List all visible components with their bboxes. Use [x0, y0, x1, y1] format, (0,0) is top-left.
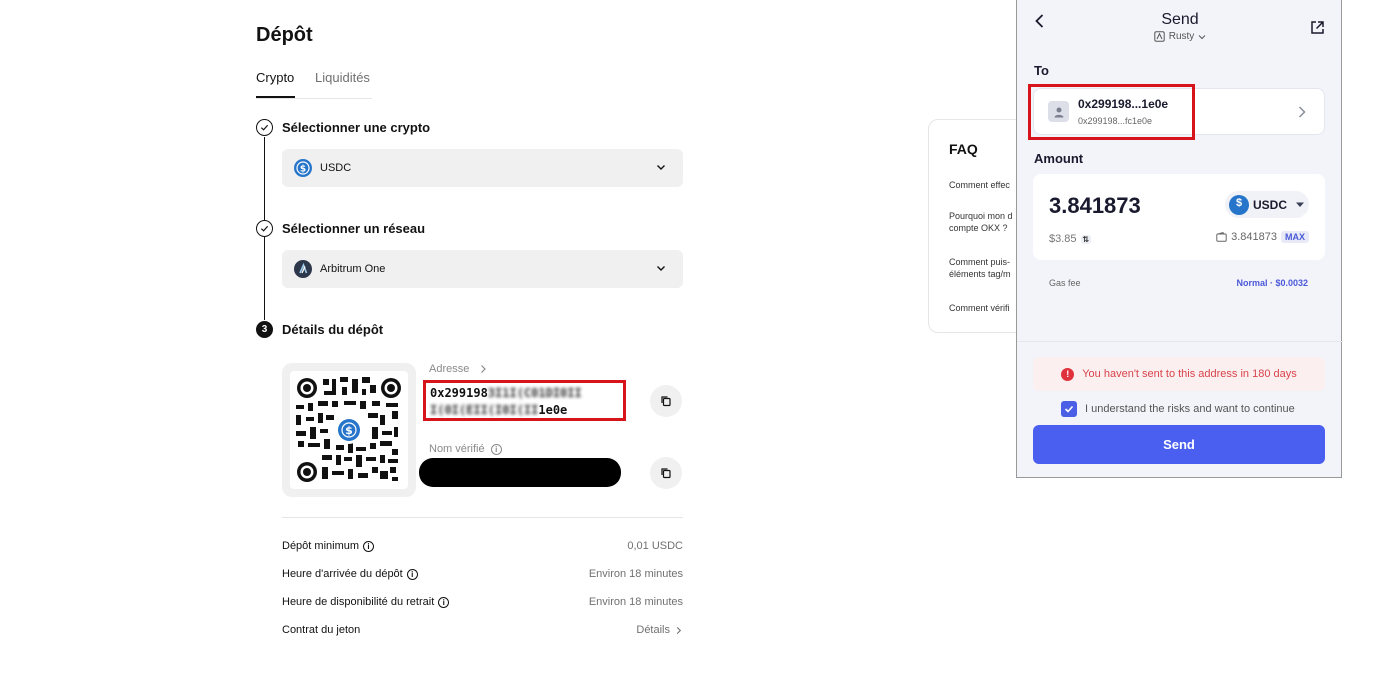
wallet-title: Send — [1161, 11, 1199, 28]
svg-text:$: $ — [345, 424, 353, 437]
copy-icon — [661, 396, 671, 407]
chevron-right-icon — [481, 365, 487, 374]
amount-input[interactable]: 3.841873 — [1049, 193, 1141, 219]
address-end: 1e0e — [538, 403, 568, 417]
chevron-down-icon — [657, 266, 665, 271]
account-selector[interactable]: Rusty — [1017, 31, 1343, 42]
gas-fee-label: Gas fee — [1049, 278, 1081, 288]
qr-code: $ — [290, 371, 408, 489]
page: Dépôt Crypto Liquidités Sélectionner une… — [0, 0, 1400, 679]
detail-row-token-contract: Contrat du jeton Détails — [282, 624, 683, 636]
step-1-check-icon — [256, 119, 273, 136]
gas-fee-value[interactable]: Normal · $0.0032 — [1236, 278, 1308, 288]
token-selector[interactable]: USDC — [1225, 191, 1309, 218]
deposit-address-highlight: 0x2991983I1I(C01DI0II I(0I(EII(I0I(II1e0… — [423, 380, 626, 421]
verified-name-redacted — [419, 458, 621, 487]
account-icon — [1154, 31, 1165, 42]
usdc-coin-icon: $ — [294, 159, 312, 177]
risk-checkbox[interactable] — [1061, 401, 1077, 417]
step-2-label: Sélectionner un réseau — [282, 221, 426, 236]
wallet-send-popup: Send Rusty To 0x299198...1e0e 0x299198..… — [1016, 0, 1343, 478]
address-blurred-2: I(0I(EII(I0I(II — [430, 403, 539, 417]
faq-item[interactable]: Comment effec — [949, 179, 1010, 191]
divider — [1017, 341, 1343, 342]
info-icon[interactable]: i — [490, 444, 502, 455]
tab-liquidites[interactable]: Liquidités — [315, 70, 370, 85]
network-select-value: Arbitrum One — [320, 263, 386, 275]
token-balance: 3.841873 MAX — [1216, 231, 1309, 243]
chevron-right-icon — [1298, 106, 1306, 118]
to-label: To — [1034, 63, 1049, 78]
crypto-select[interactable]: $ USDC — [282, 149, 683, 187]
amount-usd: $3.85 ⇅ — [1049, 233, 1092, 245]
caret-down-icon — [1296, 202, 1305, 207]
chevron-down-icon — [1198, 34, 1206, 39]
info-icon[interactable]: i — [406, 568, 418, 580]
chevron-down-icon — [657, 165, 665, 170]
risk-confirmation-text: I understand the risks and want to conti… — [1085, 403, 1295, 415]
send-button[interactable]: Send — [1033, 425, 1325, 464]
detail-row-withdraw-time: Heure de disponibilité du retrait i Envir… — [282, 596, 683, 608]
alert-icon: ! — [1061, 367, 1075, 381]
copy-name-button[interactable] — [650, 457, 682, 489]
wallet-icon — [1216, 232, 1227, 242]
usdc-token-icon — [1229, 194, 1249, 215]
copy-address-button[interactable] — [650, 385, 682, 417]
svg-text:$: $ — [300, 164, 306, 174]
chevron-right-icon — [676, 626, 682, 634]
risk-confirmation: I understand the risks and want to conti… — [1061, 401, 1295, 417]
check-icon — [1064, 405, 1074, 413]
detail-row-arrival-time: Heure d'arrivée du dépôt i Environ 18 min… — [282, 568, 683, 580]
page-title: Dépôt — [256, 24, 313, 46]
copy-icon — [661, 468, 671, 479]
warning-banner: ! You haven't sent to this address in 18… — [1033, 357, 1325, 391]
tab-crypto[interactable]: Crypto — [256, 70, 296, 98]
amount-card: 3.841873 $3.85 ⇅ USDC 3.841873 MAX — [1033, 174, 1325, 260]
faq-item[interactable]: Comment puis- éléments tag/m — [949, 256, 1011, 280]
address-blurred-1: 3I1I(C01DI0II — [487, 386, 582, 400]
address-start: 0x299198 — [430, 386, 488, 400]
faq-item[interactable]: Comment vérifi — [949, 302, 1010, 314]
crypto-select-value: USDC — [320, 162, 352, 174]
qr-code-card: $ — [282, 363, 416, 497]
faq-item[interactable]: Pourquoi mon d compte OKX ? — [949, 210, 1013, 234]
swap-currency-icon[interactable]: ⇅ — [1080, 234, 1092, 244]
verified-name-label: Nom vérifié i — [429, 443, 502, 455]
token-contract-details-link[interactable]: Détails — [636, 624, 683, 636]
step-3-number: 3 — [256, 321, 273, 338]
info-icon[interactable]: i — [438, 596, 450, 608]
step-2-check-icon — [256, 220, 273, 237]
step-1-label: Sélectionner une crypto — [282, 120, 431, 135]
divider — [282, 517, 683, 518]
info-icon[interactable]: i — [363, 540, 375, 552]
qr-code-icon: $ — [296, 377, 401, 482]
recipient-highlight — [1028, 84, 1195, 140]
max-button[interactable]: MAX — [1281, 231, 1309, 243]
arbitrum-icon — [294, 260, 312, 278]
faq-title: FAQ — [949, 141, 978, 157]
address-label[interactable]: Adresse — [429, 363, 488, 375]
amount-label: Amount — [1034, 151, 1084, 166]
network-select[interactable]: Arbitrum One — [282, 250, 683, 288]
deposit-tabs: Crypto Liquidités — [256, 70, 372, 99]
detail-row-min-deposit: Dépôt minimum i 0,01 USDC — [282, 540, 683, 552]
step-3-label: Détails du dépôt — [282, 322, 384, 337]
open-external-icon[interactable] — [1310, 20, 1325, 35]
